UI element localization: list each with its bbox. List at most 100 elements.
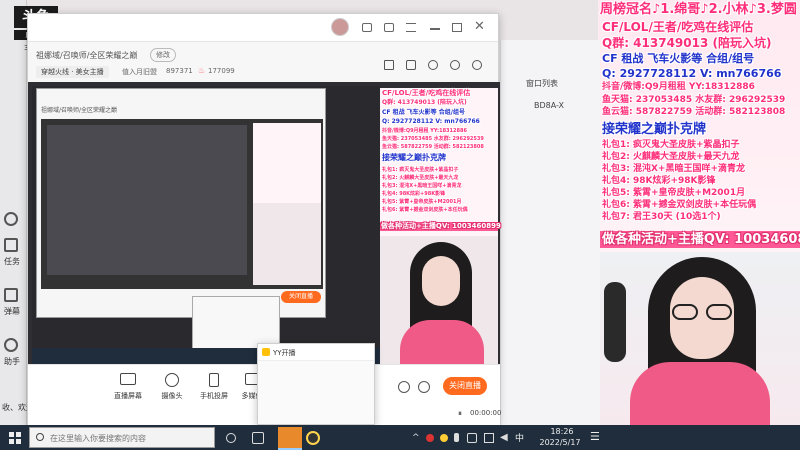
- nested-overlay-line: 礼包2: 火麒麟大圣皮肤+最天九龙: [382, 175, 459, 181]
- phone-icon: [209, 373, 219, 387]
- gear-settings-icon[interactable]: [418, 381, 430, 393]
- nested-overlay: CF/LOL/王者/吃鸡在线评估 Q群: 413749013 (陪玩入坑) CF…: [380, 88, 501, 236]
- mic-icon[interactable]: [454, 433, 459, 442]
- overlay-prize-6: 礼包6: 紫霄+撼金双剑皮肤+本任玩偶: [602, 200, 757, 210]
- nested-overlay-line: 鱼云猫: 587822759 活动群: 582123808: [382, 144, 484, 150]
- gear-icon[interactable]: [4, 212, 18, 226]
- skin-icon[interactable]: [384, 23, 394, 32]
- task-view-icon[interactable]: [226, 433, 236, 443]
- tray-icon-2[interactable]: [440, 434, 448, 442]
- hot-icon: ♨: [198, 66, 206, 75]
- nested-window: 祖娜域/召唤师/全区荣耀之巅 关闭直播: [36, 88, 326, 318]
- yy-logo-icon: [262, 348, 270, 356]
- search-input[interactable]: [50, 430, 210, 446]
- close-live-button[interactable]: 关闭直播: [443, 377, 487, 395]
- window-list-panel: [500, 40, 600, 425]
- category-tag[interactable]: 穿越火线 · 美女主播: [36, 66, 109, 78]
- message-icon[interactable]: [362, 23, 372, 32]
- live-timer: 00:00:00: [470, 409, 502, 417]
- edit-button[interactable]: 修改: [150, 48, 176, 62]
- yy-window-title: YY开播: [273, 349, 296, 357]
- lock-icon[interactable]: [406, 60, 416, 70]
- input-language[interactable]: 中: [515, 431, 524, 444]
- assistant-icon: [4, 338, 18, 352]
- close-icon[interactable]: ✕: [474, 19, 485, 34]
- maximize-icon[interactable]: [452, 23, 462, 32]
- overlay-top-banner: 周榜冠名♪1.绵哥♪2.小林♪3.梦圆: [600, 2, 797, 17]
- overlay-group-2: 鱼云猫: 587822759 活动群: 582123808: [602, 107, 786, 117]
- nested-close-live-button: 关闭直播: [281, 291, 321, 303]
- volume-icon[interactable]: ◀: [500, 432, 508, 443]
- live-screen-label: 直播屏幕: [114, 392, 142, 400]
- stream-window-titlebar: ✕: [28, 14, 498, 42]
- nested-screen: 祖娜域/召唤师/全区荣耀之巅 关闭直播: [32, 86, 380, 364]
- glasses-icon: [672, 304, 732, 320]
- camera-icon: [165, 373, 179, 387]
- window-list-title: 窗口列表: [526, 79, 558, 88]
- pause-icon[interactable]: ⏸: [458, 409, 462, 419]
- danmaku-icon: [4, 288, 18, 302]
- overlay-prize-7: 礼包7: 君王30天 (10选1个): [602, 212, 721, 222]
- nested-overlay-line: 礼包6: 紫霄+撼金双剑皮肤+本任玩偶: [382, 207, 468, 213]
- overlay-prize-1: 礼包1: 疯灭鬼大圣皮肤+紫晶扣子: [602, 140, 740, 150]
- yy-content: [258, 360, 374, 424]
- overlay-prize-4: 礼包4: 98K炫彩+98K影锋: [602, 176, 716, 186]
- phone-cast-button[interactable]: 手机投屏: [192, 373, 236, 401]
- avatar[interactable]: [331, 18, 349, 36]
- camera-button[interactable]: 摄像头: [152, 373, 192, 401]
- overlay-social: 抖音/微博:Q9月租租 YY:18312886: [602, 82, 755, 92]
- overlay-prize-2: 礼包2: 火麒麟大圣皮肤+最天九龙: [602, 152, 740, 162]
- taskbar-date[interactable]: 2022/5/17: [532, 438, 588, 447]
- app-icon-1[interactable]: [252, 432, 264, 444]
- notification-icon[interactable]: ☰: [590, 430, 600, 443]
- nested-overlay-line: Q: 2927728112 V: mn766766: [382, 118, 480, 125]
- app-icon-3[interactable]: [306, 431, 320, 445]
- microphone-icon: [604, 282, 626, 362]
- overlay-eval-line: CF/LOL/王者/吃鸡在线评估: [602, 20, 754, 34]
- settings-icon[interactable]: [450, 60, 460, 70]
- taskbar-time[interactable]: 18:26: [536, 427, 588, 436]
- preview-area: CF/LOL/王者/吃鸡在线评估 Q群: 413749013 (陪玩入坑) CF…: [28, 82, 501, 364]
- streamer-camera: [600, 252, 800, 425]
- sidebar-item-label: 弹幕: [4, 307, 20, 316]
- overlay-group-1: 鱼天猫: 237053485 水友群: 296292539: [602, 95, 786, 105]
- nested-overlay-line: CF 租战 飞车火影等 合组/组号: [382, 109, 465, 116]
- nested-breadcrumb: 祖娜域/召唤师/全区荣耀之巅: [41, 107, 118, 114]
- overlay-qq-group: Q群: 413749013 (陪玩入坑): [602, 36, 772, 50]
- tray-expand-icon[interactable]: ^: [412, 433, 420, 443]
- tray-icon-3[interactable]: [467, 433, 477, 443]
- audio-icon[interactable]: [398, 381, 410, 393]
- menu-icon[interactable]: [406, 23, 416, 32]
- nested-preview: [41, 119, 323, 289]
- tray-icon-1[interactable]: [426, 434, 434, 442]
- stream-breadcrumb: 祖娜域/召唤师/全区荣耀之巅: [36, 51, 138, 60]
- window-list-item[interactable]: BD8A-X: [534, 101, 564, 110]
- nested-overlay-line: 接荣耀之巅扑克牌: [382, 153, 446, 162]
- nested-overlay-line: 礼包3: 混沌X+黑暗王国咩+滴青龙: [382, 183, 462, 189]
- network-icon[interactable]: [484, 433, 494, 443]
- windows-start-icon[interactable]: [9, 432, 21, 444]
- taskbar-search-box[interactable]: [29, 427, 215, 448]
- nested-overlay-line: Q群: 413749013 (陪玩入坑): [382, 99, 467, 106]
- overlay-contact-banner: 做各种活动+主播QV: 1003460899: [600, 231, 800, 248]
- count-label: 值入月旧盟: [122, 68, 157, 76]
- sidebar-item-label: 助手: [4, 357, 20, 366]
- minimize-icon[interactable]: [430, 28, 440, 30]
- yy-window: YY开播: [257, 343, 375, 425]
- share-icon[interactable]: [472, 60, 482, 70]
- nested-overlay-line: 礼包4: 98K炫彩+98K影锋: [382, 191, 446, 197]
- edit-icon[interactable]: [384, 60, 394, 70]
- sidebar-item-label: 任务: [4, 257, 20, 266]
- streamer-shirt: [630, 362, 770, 425]
- live-screen-button[interactable]: 直播屏幕: [108, 373, 148, 401]
- nested-overlay-line: 鱼天猫: 237053485 水友群: 296292539: [382, 136, 484, 142]
- task-icon: [4, 238, 18, 252]
- nested-overlay-line: 做各种活动+主播QV: 1003460899: [380, 222, 501, 231]
- record-icon[interactable]: [428, 60, 438, 70]
- phone-cast-label: 手机投屏: [200, 392, 228, 400]
- nested-overlay-line: CF/LOL/王者/吃鸡在线评估: [382, 89, 471, 97]
- nested-overlay-line: 礼包1: 疯灭鬼大圣皮肤+紫晶扣子: [382, 167, 459, 173]
- overlay-contact: Q: 2927728112 V: mn766766: [602, 67, 782, 80]
- screen-icon: [120, 373, 136, 385]
- douyu-app-icon[interactable]: [278, 427, 302, 450]
